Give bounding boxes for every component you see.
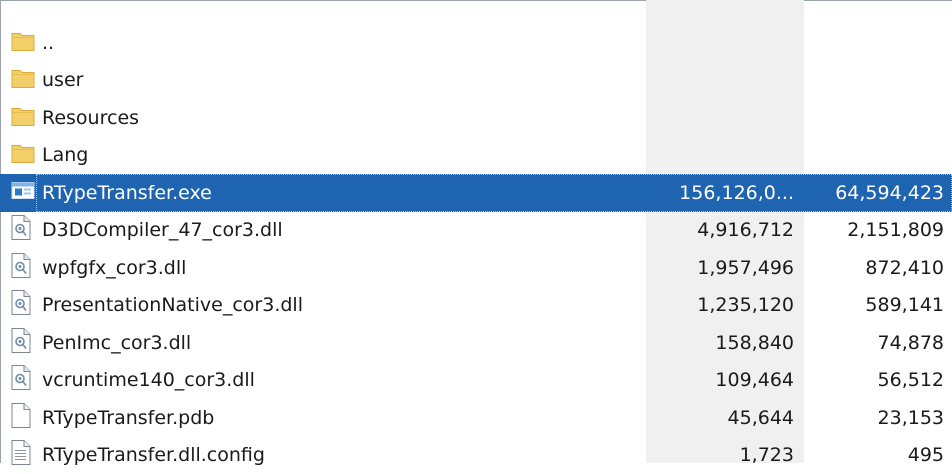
dll-file-icon — [11, 327, 31, 358]
file-row[interactable]: vcruntime140_cor3.dll 109,464 56,512 — [0, 362, 952, 400]
text-file-icon — [11, 440, 31, 471]
file-row[interactable]: PenImc_cor3.dll 158,840 74,878 — [0, 324, 952, 362]
file-packed-size: 23,153 — [804, 407, 944, 429]
dll-file-icon — [11, 365, 31, 396]
file-name: Lang — [42, 144, 88, 166]
file-row[interactable]: PresentationNative_cor3.dll 1,235,120 589,… — [0, 287, 952, 325]
file-size: 1,957,496 — [644, 257, 794, 279]
dll-file-icon — [11, 290, 31, 321]
file-name: PresentationNative_cor3.dll — [42, 294, 303, 316]
file-name: wpfgfx_cor3.dll — [42, 257, 186, 279]
window-top-border — [0, 0, 952, 1]
file-size: 109,464 — [644, 369, 794, 391]
file-row[interactable]: RTypeTransfer.dll.config1,723495 — [0, 437, 952, 474]
file-name: PenImc_cor3.dll — [42, 332, 191, 354]
file-size: 45,644 — [644, 407, 794, 429]
file-row[interactable]: D3DCompiler_47_cor3.dll 4,916,712 2,151,80… — [0, 212, 952, 250]
folder-icon — [11, 66, 35, 95]
file-packed-size: 872,410 — [804, 257, 944, 279]
application-icon — [11, 178, 35, 207]
file-size: 4,916,712 — [644, 219, 794, 241]
file-row[interactable]: user — [0, 62, 952, 100]
file-row[interactable]: RTypeTransfer.pdb 45,644 23,153 — [0, 399, 952, 437]
folder-icon — [11, 103, 35, 132]
dll-file-icon — [11, 252, 31, 283]
file-packed-size: 56,512 — [804, 369, 944, 391]
file-packed-size: 2,151,809 — [804, 219, 944, 241]
folder-icon — [11, 28, 35, 57]
file-name: user — [42, 69, 83, 91]
file-name: .. — [42, 32, 54, 54]
file-size: 1,235,120 — [644, 294, 794, 316]
file-packed-size: 64,594,423 — [804, 182, 944, 204]
file-size: 158,840 — [644, 332, 794, 354]
file-name: D3DCompiler_47_cor3.dll — [42, 219, 283, 241]
file-row[interactable]: wpfgfx_cor3.dll 1,957,496 872,410 — [0, 249, 952, 287]
dll-file-icon — [11, 215, 31, 246]
file-name: RTypeTransfer.exe — [42, 182, 212, 204]
file-name: vcruntime140_cor3.dll — [42, 369, 255, 391]
file-list[interactable]: .. user Resources Lang RTypeTransfer.exe 156,… — [0, 24, 952, 474]
file-packed-size: 74,878 — [804, 332, 944, 354]
folder-icon — [11, 141, 35, 170]
file-packed-size: 589,141 — [804, 294, 944, 316]
file-row-selected[interactable]: RTypeTransfer.exe 156,126,0... 64,594,423 — [0, 174, 952, 212]
file-name: RTypeTransfer.pdb — [42, 407, 214, 429]
file-row[interactable]: .. — [0, 24, 952, 62]
blank-file-icon — [11, 402, 31, 433]
file-name: Resources — [42, 107, 139, 129]
file-size: 156,126,0... — [644, 182, 794, 204]
file-row[interactable]: Lang — [0, 137, 952, 175]
file-row[interactable]: Resources — [0, 99, 952, 137]
